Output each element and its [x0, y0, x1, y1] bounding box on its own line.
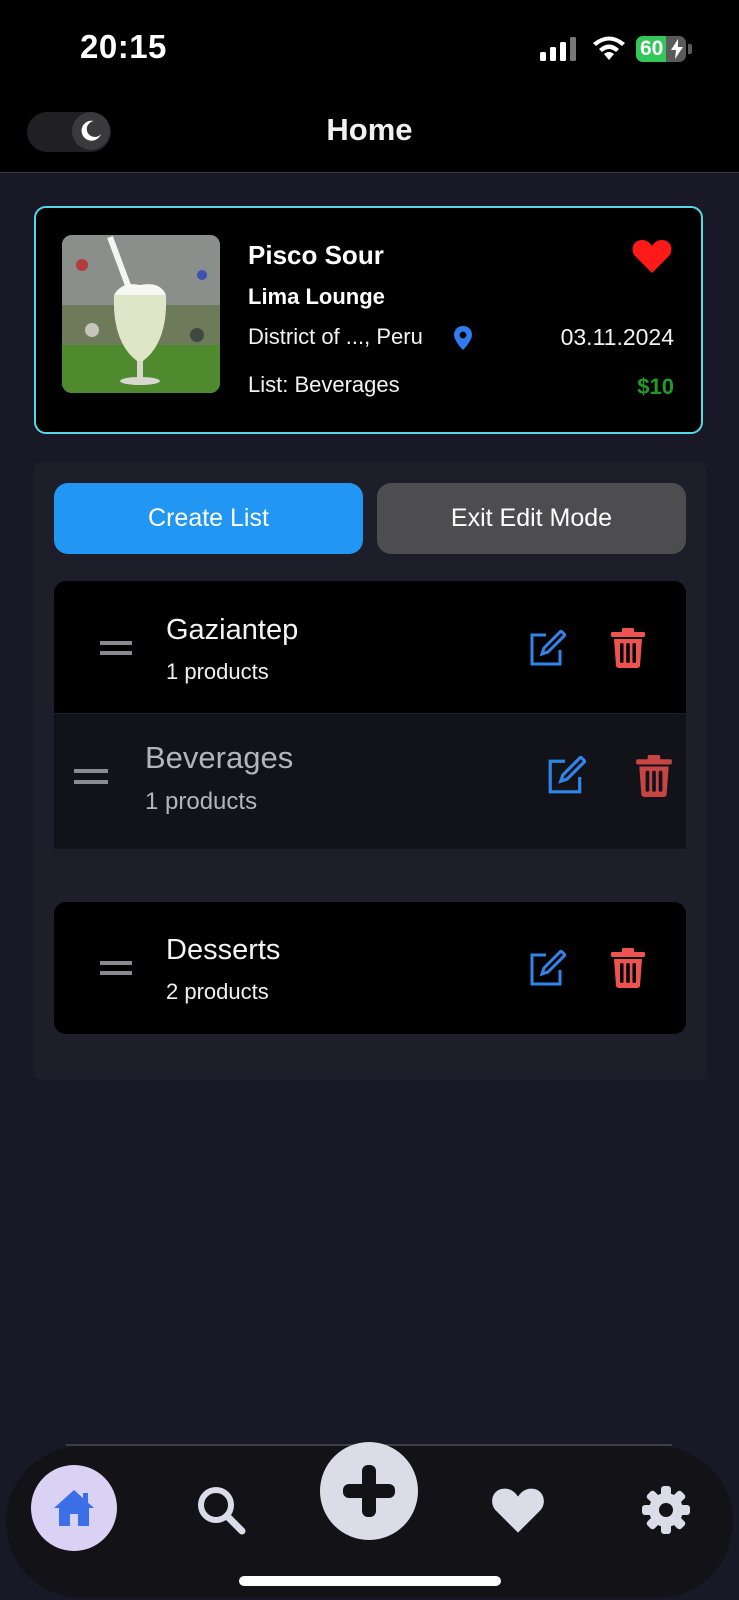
battery-percent: 60 [640, 37, 664, 60]
status-time: 20:15 [80, 28, 167, 65]
list-title: Gaziantep [166, 614, 299, 646]
drag-handle-icon[interactable] [100, 641, 132, 655]
product-photo [62, 235, 220, 393]
home-indicator [239, 1576, 501, 1586]
list-title: Desserts [166, 934, 281, 966]
heart-icon [492, 1488, 544, 1533]
signal-icon [540, 37, 576, 61]
delete-trash-icon[interactable] [611, 948, 645, 988]
product-thumbnail [62, 235, 220, 393]
charging-bolt-icon [671, 39, 683, 59]
create-list-button[interactable]: Create List [54, 483, 363, 554]
product-list-label: List: Beverages [248, 372, 400, 397]
home-icon [54, 1490, 94, 1526]
product-location: District of ..., Peru [248, 324, 423, 349]
edit-icon[interactable] [528, 950, 566, 988]
list-item[interactable] [54, 902, 686, 1034]
drag-handle-icon[interactable] [74, 769, 108, 784]
location-pin-icon[interactable] [454, 326, 472, 350]
delete-trash-icon[interactable] [611, 628, 645, 668]
product-venue: Lima Lounge [248, 284, 385, 309]
product-price: $10 [637, 374, 674, 399]
tab-add[interactable] [320, 1442, 418, 1540]
product-name: Pisco Sour [248, 240, 384, 270]
gear-icon [642, 1486, 690, 1534]
tab-settings[interactable] [636, 1480, 696, 1540]
edit-icon[interactable] [528, 630, 566, 668]
product-date: 03.11.2024 [560, 324, 674, 350]
search-icon [198, 1487, 246, 1535]
drag-handle-icon[interactable] [100, 961, 132, 975]
edit-icon[interactable] [546, 756, 586, 796]
page-title: Home [326, 112, 413, 147]
delete-trash-icon[interactable] [636, 755, 672, 797]
list-count: 1 products [166, 659, 269, 684]
tab-home[interactable] [31, 1465, 117, 1551]
battery-nub [688, 44, 692, 54]
wifi-icon [593, 36, 625, 60]
plus-icon [343, 1465, 395, 1517]
list-count: 1 products [145, 788, 258, 815]
battery-indicator: 60 [636, 36, 686, 62]
favorite-heart-icon[interactable] [632, 238, 672, 274]
tab-search[interactable] [191, 1480, 251, 1540]
list-item[interactable] [54, 581, 686, 713]
list-title: Beverages [145, 740, 294, 775]
list-count: 2 products [166, 979, 269, 1004]
list-item[interactable] [54, 714, 686, 849]
exit-edit-mode-button[interactable]: Exit Edit Mode [377, 483, 686, 554]
tab-favorites[interactable] [488, 1480, 548, 1540]
